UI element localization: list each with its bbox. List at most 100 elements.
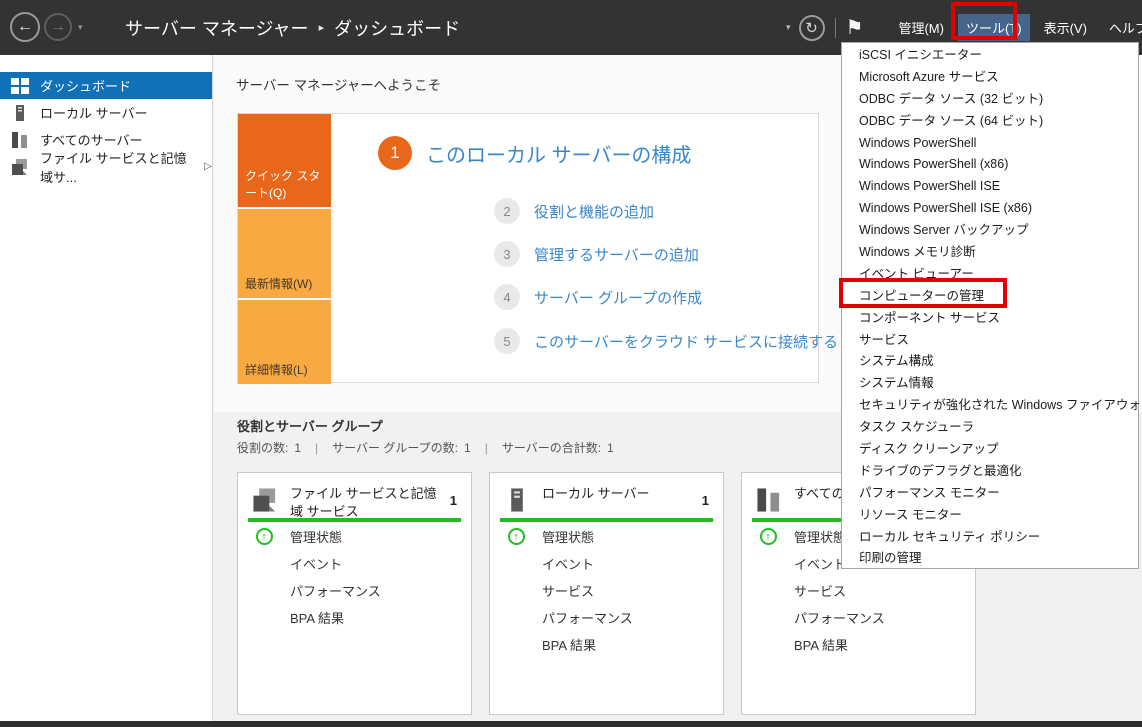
menubar: 管理(M) ツール(T) 表示(V) ヘルプ(H) — [887, 14, 1142, 41]
menu-item-powershell-ise[interactable]: Windows PowerShell ISE — [842, 176, 1138, 198]
row-services[interactable]: サービス — [742, 577, 975, 604]
menu-item-microsoft-azure-services[interactable]: Microsoft Azure サービス — [842, 67, 1138, 89]
server-icon — [11, 105, 29, 121]
menu-item-performance-monitor[interactable]: パフォーマンス モニター — [842, 483, 1138, 505]
card-count: 1 — [702, 493, 709, 508]
card-title[interactable]: ローカル サーバー — [542, 485, 694, 513]
menu-item-powershell-ise-x86[interactable]: Windows PowerShell ISE (x86) — [842, 198, 1138, 220]
menu-item-powershell[interactable]: Windows PowerShell — [842, 133, 1138, 155]
menu-item-system-information[interactable]: システム情報 — [842, 373, 1138, 395]
menu-item-iscsi-initiator[interactable]: iSCSI イニシエーター — [842, 45, 1138, 67]
row-events[interactable]: イベント — [490, 550, 723, 577]
card-title[interactable]: ファイル サービスと記憶域 サービス — [290, 485, 442, 520]
sidebar-item-dashboard[interactable]: ダッシュボード — [0, 72, 212, 99]
sidebar-item-local-server[interactable]: ローカル サーバー — [0, 99, 212, 126]
row-label: サービス — [794, 581, 846, 600]
breadcrumb: サーバー マネージャー ▸ ダッシュボード — [125, 0, 460, 55]
menu-item-powershell-x86[interactable]: Windows PowerShell (x86) — [842, 154, 1138, 176]
menu-item-event-viewer[interactable]: イベント ビューアー — [842, 264, 1138, 286]
card-header[interactable]: ローカル サーバー 1 — [504, 485, 711, 513]
row-bpa-results[interactable]: BPA 結果 — [238, 604, 471, 631]
menu-item-task-scheduler[interactable]: タスク スケジューラ — [842, 417, 1138, 439]
menu-item-windows-server-backup[interactable]: Windows Server バックアップ — [842, 220, 1138, 242]
breadcrumb-page[interactable]: ダッシュボード — [334, 15, 460, 41]
stat-value: 1 — [294, 441, 301, 455]
row-performance[interactable]: パフォーマンス — [490, 604, 723, 631]
roles-stats: 役割の数: 1 | サーバー グループの数: 1 | サーバーの合計数: 1 — [237, 439, 614, 456]
menu-item-defragment-optimize[interactable]: ドライブのデフラグと最適化 — [842, 461, 1138, 483]
step-connect-cloud-services[interactable]: 5 このサーバーをクラウド サービスに接続する — [494, 328, 838, 354]
menu-view[interactable]: 表示(V) — [1036, 14, 1095, 41]
card-file-storage-services: ファイル サービスと記憶域 サービス 1 ↑ 管理状態 イベント パフォーマンス… — [237, 472, 472, 715]
back-icon: ← — [17, 18, 33, 36]
server-icon — [504, 487, 530, 513]
menu-item-odbc-32[interactable]: ODBC データ ソース (32 ビット) — [842, 89, 1138, 111]
step-link[interactable]: このサーバーをクラウド サービスに接続する — [534, 331, 838, 352]
row-manageability[interactable]: ↑ 管理状態 — [490, 523, 723, 550]
step-number-badge: 5 — [494, 328, 520, 354]
notifications-flag-icon[interactable]: ⚑ — [846, 15, 864, 40]
sidebar-item-label: すべてのサーバー — [40, 130, 142, 149]
menu-tools[interactable]: ツール(T) — [958, 14, 1030, 41]
menu-item-services[interactable]: サービス — [842, 330, 1138, 352]
expand-chevron-icon[interactable]: ▷ — [204, 161, 212, 172]
row-label: 管理状態 — [794, 527, 846, 546]
row-bpa-results[interactable]: BPA 結果 — [490, 631, 723, 658]
sidebar-item-label: ローカル サーバー — [40, 103, 147, 122]
menu-item-local-security-policy[interactable]: ローカル セキュリティ ポリシー — [842, 527, 1138, 549]
menu-item-print-management[interactable]: 印刷の管理 — [842, 548, 1138, 570]
forward-button[interactable]: → — [44, 13, 72, 41]
step-create-server-group[interactable]: 4 サーバー グループの作成 — [494, 284, 702, 310]
row-manageability[interactable]: ↑ 管理状態 — [238, 523, 471, 550]
card-status-bar — [248, 518, 461, 522]
row-bpa-results[interactable]: BPA 結果 — [742, 631, 975, 658]
menu-help[interactable]: ヘルプ(H) — [1101, 14, 1142, 41]
step-number-badge: 3 — [494, 241, 520, 267]
step-number-badge: 4 — [494, 284, 520, 310]
step-configure-local-server[interactable]: 1 このローカル サーバーの構成 — [378, 136, 691, 170]
tab-label: 詳細情報(L) — [245, 361, 308, 378]
breadcrumb-app[interactable]: サーバー マネージャー — [125, 15, 309, 41]
sidebar-item-label: ファイル サービスと記憶域サ... — [40, 148, 198, 186]
quick-start-tile: クイック スタート(Q) 最新情報(W) 詳細情報(L) 1 このローカル サー… — [237, 113, 819, 383]
sidebar-item-file-storage-services[interactable]: ファイル サービスと記憶域サ... ▷ — [0, 153, 212, 180]
menu-manage[interactable]: 管理(M) — [890, 14, 952, 41]
row-performance[interactable]: パフォーマンス — [742, 604, 975, 631]
stat-label: サーバー グループの数: — [332, 439, 458, 456]
status-up-icon: ↑ — [256, 528, 273, 545]
topbar-divider — [835, 18, 836, 38]
menu-item-memory-diagnostics[interactable]: Windows メモリ診断 — [842, 242, 1138, 264]
menu-item-system-configuration[interactable]: システム構成 — [842, 351, 1138, 373]
window-bottom-edge — [0, 721, 1142, 727]
nav-history-caret-icon[interactable]: ▾ — [78, 22, 83, 33]
menu-item-windows-firewall-advanced[interactable]: セキュリティが強化された Windows ファイアウォール — [842, 395, 1138, 417]
step-link[interactable]: このローカル サーバーの構成 — [426, 139, 691, 168]
card-status-bar — [500, 518, 713, 522]
step-link[interactable]: 役割と機能の追加 — [534, 201, 654, 222]
stat-separator: | — [485, 441, 488, 455]
row-events[interactable]: イベント — [238, 550, 471, 577]
step-link[interactable]: サーバー グループの作成 — [534, 287, 702, 308]
row-label: サービス — [542, 581, 594, 600]
tab-whats-new[interactable]: 最新情報(W) — [238, 209, 331, 298]
tab-learn-more[interactable]: 詳細情報(L) — [238, 300, 331, 384]
card-header[interactable]: ファイル サービスと記憶域 サービス 1 — [252, 485, 459, 520]
step-link[interactable]: 管理するサーバーの追加 — [534, 244, 699, 265]
menu-item-disk-cleanup[interactable]: ディスク クリーンアップ — [842, 439, 1138, 461]
menu-item-resource-monitor[interactable]: リソース モニター — [842, 505, 1138, 527]
step-add-servers[interactable]: 3 管理するサーバーの追加 — [494, 241, 699, 267]
refresh-button[interactable]: ↻ — [799, 15, 825, 41]
back-button[interactable]: ← — [10, 12, 40, 42]
row-services[interactable]: サービス — [490, 577, 723, 604]
step-add-roles-features[interactable]: 2 役割と機能の追加 — [494, 198, 654, 224]
stat-separator: | — [315, 441, 318, 455]
row-performance[interactable]: パフォーマンス — [238, 577, 471, 604]
status-up-icon: ↑ — [760, 528, 777, 545]
refresh-icon: ↻ — [805, 19, 818, 37]
tab-quick-start[interactable]: クイック スタート(Q) — [238, 114, 331, 207]
status-up-icon: ↑ — [508, 528, 525, 545]
menu-item-computer-management[interactable]: コンピューターの管理 — [842, 286, 1138, 308]
menu-item-odbc-64[interactable]: ODBC データ ソース (64 ビット) — [842, 111, 1138, 133]
menu-item-component-services[interactable]: コンポーネント サービス — [842, 308, 1138, 330]
refresh-dropdown-caret-icon[interactable]: ▾ — [786, 22, 791, 33]
